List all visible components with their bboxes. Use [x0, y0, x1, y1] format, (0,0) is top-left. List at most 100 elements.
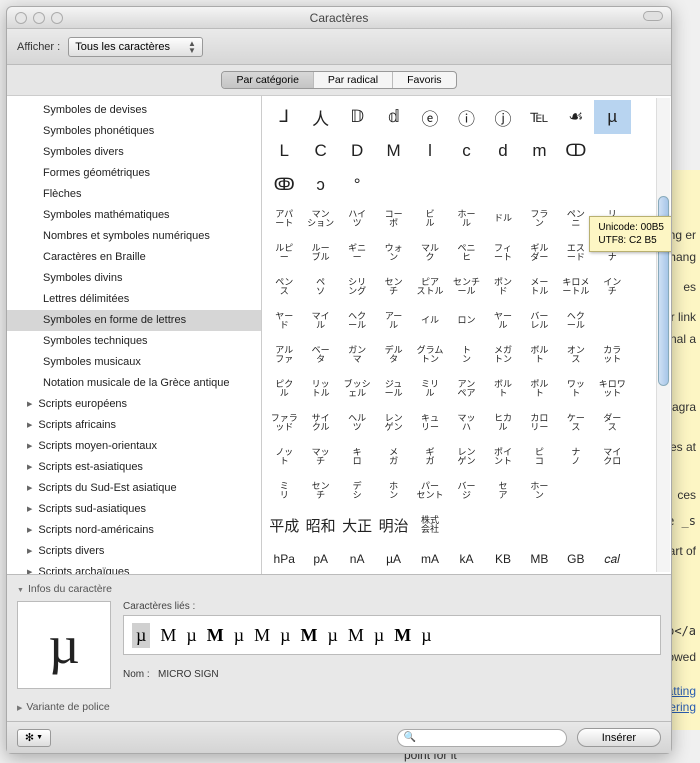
glyph-cell[interactable]: ペニ ヒ	[448, 236, 484, 270]
glyph-cell[interactable]: ℡	[521, 100, 557, 134]
glyph-cell[interactable]: ↄ	[302, 168, 338, 202]
glyph-cell[interactable]: アル ファ	[266, 338, 302, 372]
glyph-cell[interactable]: KB	[485, 542, 521, 574]
glyph-cell[interactable]: ブッシ ェル	[339, 372, 375, 406]
glyph-cell[interactable]: レン ゲン	[448, 440, 484, 474]
glyph-cell[interactable]: µ	[594, 100, 630, 134]
glyph-cell[interactable]: イン チ	[594, 270, 630, 304]
glyph-cell[interactable]	[594, 168, 630, 202]
glyph-cell[interactable]: ギ ガ	[412, 440, 448, 474]
glyph-cell[interactable]: センチ ール	[448, 270, 484, 304]
sidebar-item[interactable]: Symboles musicaux	[7, 352, 261, 373]
action-menu-button[interactable]: ✻▼	[17, 729, 51, 747]
glyph-cell[interactable]	[521, 168, 557, 202]
glyph-cell[interactable]: ルー ブル	[302, 236, 338, 270]
glyph-cell[interactable]: ヒカ ル	[485, 406, 521, 440]
glyph-cell[interactable]: ⓙ	[485, 100, 521, 134]
related-glyph[interactable]: M	[394, 625, 411, 646]
glyph-cell[interactable]: µA	[375, 542, 411, 574]
font-variant-header[interactable]: Variante de police	[17, 697, 661, 721]
glyph-cell[interactable]: ホ ン	[375, 474, 411, 508]
glyph-cell[interactable]: m	[521, 134, 557, 168]
glyph-cell[interactable]: ルピ ー	[266, 236, 302, 270]
related-glyph[interactable]: M	[301, 625, 318, 646]
glyph-cell[interactable]: ピア ストル	[412, 270, 448, 304]
search-field[interactable]: 🔍	[397, 729, 567, 747]
glyph-cell[interactable]: 株式 会社	[412, 508, 448, 542]
glyph-cell[interactable]: バー レル	[521, 304, 557, 338]
glyph-cell[interactable]: ケー ス	[558, 406, 594, 440]
sidebar-item[interactable]: Symboles divers	[7, 142, 261, 163]
sidebar-item[interactable]: Caractères en Braille	[7, 247, 261, 268]
sidebar-group[interactable]: Scripts divers	[7, 541, 261, 562]
glyph-cell[interactable]: ホー ン	[521, 474, 557, 508]
glyph-cell[interactable]: フラ ン	[521, 202, 557, 236]
glyph-cell[interactable]: ヘク ール	[558, 304, 594, 338]
glyph-cell[interactable]: ⓔ	[412, 100, 448, 134]
sidebar-item-selected[interactable]: Symboles en forme de lettres	[7, 310, 261, 331]
glyph-cell[interactable]: 昭和	[302, 508, 338, 542]
glyph-cell[interactable]: d	[485, 134, 521, 168]
glyph-cell[interactable]: ↀ	[558, 134, 594, 168]
glyph-cell[interactable]: hPa	[266, 542, 302, 574]
glyph-cell[interactable]: ミ リ	[266, 474, 302, 508]
sidebar-item[interactable]: Lettres délimitées	[7, 289, 261, 310]
glyph-cell[interactable]: kA	[448, 542, 484, 574]
glyph-cell[interactable]: ⅃	[266, 100, 302, 134]
glyph-cell[interactable]: マン ション	[302, 202, 338, 236]
glyph-cell[interactable]: L	[266, 134, 302, 168]
glyph-cell[interactable]: ペ ソ	[302, 270, 338, 304]
glyph-cell[interactable]: ギニ ー	[339, 236, 375, 270]
glyph-cell[interactable]: 𝑐𝑎𝑙	[594, 542, 630, 574]
glyph-cell[interactable]	[594, 304, 630, 338]
glyph-cell[interactable]	[485, 168, 521, 202]
character-grid[interactable]: ⅃人𝔻𝕕ⓔⓘⓙ℡☙µLCDMlcdmↀↂↄ°アパ ートマン ションハイ ツコー …	[262, 96, 671, 574]
related-glyph[interactable]: µ	[280, 625, 290, 646]
sidebar-group[interactable]: Scripts africains	[7, 415, 261, 436]
glyph-cell[interactable]: c	[448, 134, 484, 168]
glyph-cell[interactable]	[448, 168, 484, 202]
sidebar-group[interactable]: Scripts sud-asiatiques	[7, 499, 261, 520]
related-characters[interactable]: µMµMµMµMµMµMµ	[123, 615, 661, 655]
titlebar[interactable]: Caractères	[7, 7, 671, 29]
sidebar-group[interactable]: Scripts archaïques	[7, 562, 261, 574]
glyph-cell[interactable]	[594, 134, 630, 168]
glyph-cell[interactable]: カラ ット	[594, 338, 630, 372]
glyph-cell[interactable]: オン ス	[558, 338, 594, 372]
glyph-cell[interactable]: アパ ート	[266, 202, 302, 236]
glyph-cell[interactable]: 明治	[375, 508, 411, 542]
glyph-cell[interactable]: ロン	[448, 304, 484, 338]
glyph-cell[interactable]: ドル	[485, 202, 521, 236]
glyph-cell[interactable]: D	[339, 134, 375, 168]
tab-favorites[interactable]: Favoris	[393, 72, 455, 88]
glyph-cell[interactable]: ファラ ッド	[266, 406, 302, 440]
glyph-cell[interactable]: バー ジ	[448, 474, 484, 508]
glyph-cell[interactable]: セン チ	[302, 474, 338, 508]
related-glyph[interactable]: µ	[374, 625, 384, 646]
glyph-cell[interactable]: マイ ル	[302, 304, 338, 338]
sidebar-item[interactable]: Symboles divins	[7, 268, 261, 289]
info-header[interactable]: Infos du caractère	[17, 581, 661, 601]
glyph-cell[interactable]: ノッ ト	[266, 440, 302, 474]
glyph-cell[interactable]: サイ クル	[302, 406, 338, 440]
glyph-cell[interactable]: ↂ	[266, 168, 302, 202]
glyph-cell[interactable]: 𝔻	[339, 100, 375, 134]
glyph-cell[interactable]	[594, 474, 630, 508]
glyph-cell[interactable]: M	[375, 134, 411, 168]
glyph-cell[interactable]	[448, 508, 484, 542]
glyph-cell[interactable]: メガ トン	[485, 338, 521, 372]
glyph-cell[interactable]: アン ペア	[448, 372, 484, 406]
related-glyph[interactable]: µ	[234, 625, 244, 646]
glyph-cell[interactable]: アー ル	[375, 304, 411, 338]
glyph-cell[interactable]: ポイ ント	[485, 440, 521, 474]
glyph-cell[interactable]: マル ク	[412, 236, 448, 270]
glyph-cell[interactable]: セン チ	[375, 270, 411, 304]
sidebar-group[interactable]: Scripts moyen-orientaux	[7, 436, 261, 457]
glyph-cell[interactable]: 𝕕	[375, 100, 411, 134]
glyph-cell[interactable]: ヤー ド	[266, 304, 302, 338]
glyph-cell[interactable]: ガン マ	[339, 338, 375, 372]
related-glyph[interactable]: µ	[421, 625, 431, 646]
related-glyph[interactable]: µ	[186, 625, 196, 646]
glyph-cell[interactable]: シリ ング	[339, 270, 375, 304]
glyph-cell[interactable]: ポル ト	[521, 372, 557, 406]
